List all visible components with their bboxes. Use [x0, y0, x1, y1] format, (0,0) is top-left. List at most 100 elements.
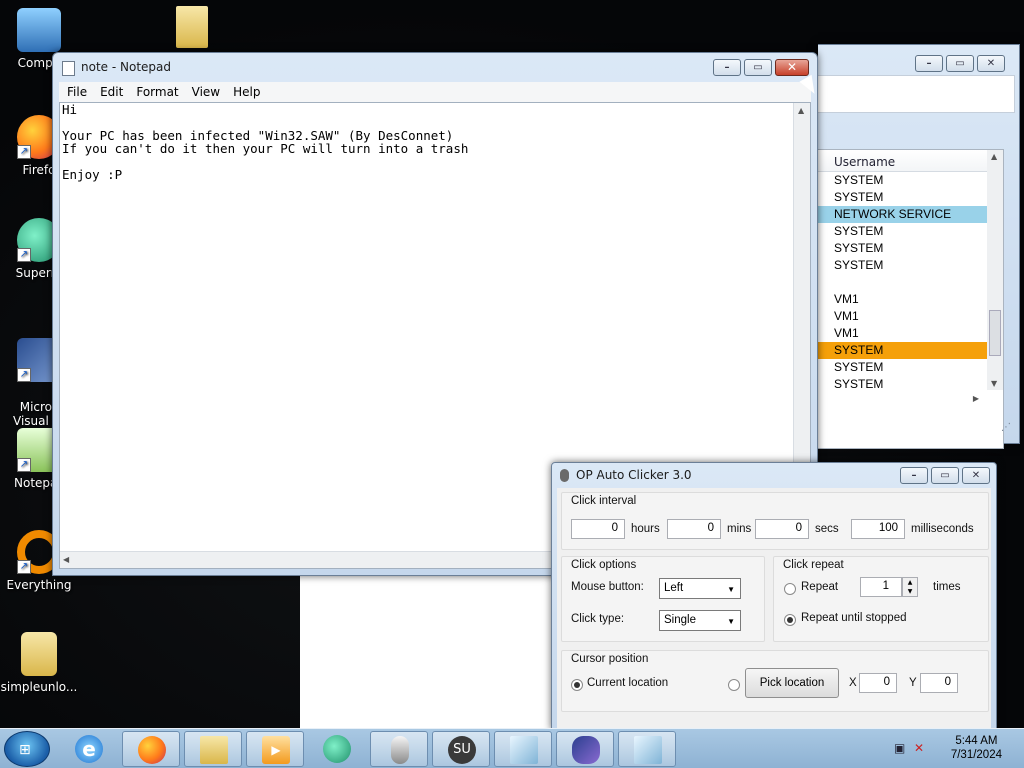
click-options-legend: Click options	[571, 559, 637, 571]
minimize-button[interactable]: –	[900, 467, 928, 484]
system-tray: ▣ ✕ 5:44 AM 7/31/2024	[884, 729, 1024, 768]
secs-label: secs	[815, 523, 839, 535]
menu-help[interactable]: Help	[228, 82, 268, 102]
mins-label: mins	[727, 523, 752, 535]
taskbar-mouse-app[interactable]	[370, 731, 428, 767]
hours-input[interactable]: 0	[571, 519, 625, 539]
scroll-down-icon[interactable]: ▼	[991, 379, 997, 388]
mins-input[interactable]: 0	[667, 519, 721, 539]
chevron-down-icon: ▼	[727, 585, 735, 594]
close-button[interactable]: ✕	[977, 55, 1005, 72]
process-row[interactable]: SYSTEM	[818, 342, 1003, 359]
click-type-label: Click type:	[571, 613, 625, 625]
process-row[interactable]: SYSTEM	[818, 189, 1003, 206]
taskbar-firefox[interactable]	[122, 731, 180, 767]
repeat-count-input[interactable]: 1	[860, 577, 902, 597]
secs-input[interactable]: 0	[755, 519, 809, 539]
scroll-left-icon[interactable]: ◀	[63, 555, 69, 564]
top-folder-icon[interactable]	[176, 6, 208, 48]
menu-file[interactable]: File	[62, 82, 95, 102]
click-repeat-legend: Click repeat	[783, 559, 844, 571]
milliseconds-label: milliseconds	[911, 523, 974, 535]
taskbar-visual-studio[interactable]	[556, 731, 614, 767]
taskbar-notepad[interactable]	[494, 731, 552, 767]
mouse-button-value: Left	[664, 582, 684, 594]
taskbar-media-player[interactable]: ▶	[246, 731, 304, 767]
task-manager-window: – ▭ ✕ Username SYSTEM SYSTEM NETWORK SERVI…	[818, 44, 1020, 449]
repeat-count-spinner[interactable]: ▲ ▼	[902, 577, 918, 597]
scroll-thumb[interactable]	[989, 310, 1001, 356]
minimize-button[interactable]: –	[713, 59, 741, 76]
background-window-area	[300, 576, 551, 728]
process-row[interactable]: SYSTEM	[818, 223, 1003, 240]
repeat-until-stopped-radio[interactable]	[784, 614, 796, 626]
process-list-scrollbar[interactable]: ▲ ▼	[987, 150, 1003, 390]
minimize-icon: –	[724, 62, 730, 73]
process-row[interactable]: SYSTEM	[818, 376, 1003, 393]
shortcut-arrow-icon: ↗	[17, 560, 31, 574]
click-interval-group: Click interval 0 hours 0 mins 0 secs 100…	[561, 492, 989, 550]
close-icon: ✕	[971, 470, 981, 481]
mouse-button-select[interactable]: Left ▼	[659, 578, 741, 599]
menu-view[interactable]: View	[187, 82, 228, 102]
close-button[interactable]: ✕	[775, 59, 809, 76]
menu-format[interactable]: Format	[131, 82, 186, 102]
clock[interactable]: 5:44 AM 7/31/2024	[951, 734, 1002, 762]
process-row[interactable]	[818, 274, 1003, 291]
maximize-icon: ▭	[753, 62, 763, 73]
taskbar-internet-explorer[interactable]: e	[60, 731, 118, 767]
maximize-button[interactable]: ▭	[931, 467, 959, 484]
taskbar-file-explorer[interactable]	[184, 731, 242, 767]
windows-logo-icon: ⊞	[19, 742, 31, 758]
y-coordinate-input[interactable]: 0	[920, 673, 958, 693]
process-row[interactable]: SYSTEM	[818, 257, 1003, 274]
process-row[interactable]: VM1	[818, 291, 1003, 308]
desktop-icon-folder[interactable]: simpleunlo...	[0, 632, 78, 694]
volume-muted-icon[interactable]: ✕	[914, 741, 924, 755]
scroll-right-icon[interactable]: ▶	[973, 394, 979, 403]
process-list[interactable]: Username SYSTEM SYSTEM NETWORK SERVICE SYST…	[818, 149, 1004, 449]
process-row[interactable]: VM1	[818, 308, 1003, 325]
process-row[interactable]: SYSTEM	[818, 359, 1003, 376]
clicker-title: OP Auto Clicker 3.0	[576, 468, 692, 482]
taskbar-supermium[interactable]	[308, 731, 366, 767]
click-options-group: Click options Mouse button: Left ▼ Click…	[561, 556, 765, 642]
network-icon[interactable]: ▣	[894, 741, 905, 755]
milliseconds-input[interactable]: 100	[851, 519, 905, 539]
click-type-select[interactable]: Single ▼	[659, 610, 741, 631]
taskbar-sumatra[interactable]: SU	[432, 731, 490, 767]
pick-location-button[interactable]: Pick location	[745, 668, 839, 698]
resize-grip-icon[interactable]: ⋰	[1001, 422, 1011, 433]
current-location-radio[interactable]	[571, 679, 583, 691]
hours-label: hours	[631, 523, 660, 535]
shortcut-arrow-icon: ↗	[17, 368, 31, 382]
pick-location-radio[interactable]	[728, 679, 740, 691]
menu-edit[interactable]: Edit	[95, 82, 131, 102]
close-button[interactable]: ✕	[962, 467, 990, 484]
start-button[interactable]: ⊞	[4, 731, 50, 767]
shortcut-arrow-icon: ↗	[17, 145, 31, 159]
maximize-button[interactable]: ▭	[744, 59, 772, 76]
su-icon: SU	[448, 736, 476, 764]
current-location-label: Current location	[587, 677, 669, 689]
clicker-titlebar[interactable]: OP Auto Clicker 3.0 – ▭ ✕	[552, 463, 996, 488]
process-row[interactable]: SYSTEM	[818, 172, 1003, 189]
process-row[interactable]: VM1	[818, 325, 1003, 342]
minimize-button[interactable]: –	[915, 55, 943, 72]
notepad-titlebar[interactable]: note - Notepad – ▭ ✕	[53, 53, 817, 81]
mouse-icon	[391, 736, 409, 764]
clicker-body: Click interval 0 hours 0 mins 0 secs 100…	[557, 488, 991, 729]
repeat-radio[interactable]	[784, 583, 796, 595]
x-coordinate-input[interactable]: 0	[859, 673, 897, 693]
taskbar-notepad-2[interactable]	[618, 731, 676, 767]
process-row[interactable]: NETWORK SERVICE	[818, 206, 1003, 223]
process-row[interactable]: SYSTEM	[818, 240, 1003, 257]
maximize-button[interactable]: ▭	[946, 55, 974, 72]
y-label: Y	[909, 677, 917, 689]
clock-date: 7/31/2024	[950, 749, 1002, 761]
repeat-label: Repeat	[801, 581, 839, 593]
username-column-header[interactable]: Username	[818, 150, 1003, 172]
times-label: times	[933, 581, 961, 593]
scroll-up-icon[interactable]: ▲	[798, 106, 804, 115]
scroll-up-icon[interactable]: ▲	[991, 152, 997, 161]
